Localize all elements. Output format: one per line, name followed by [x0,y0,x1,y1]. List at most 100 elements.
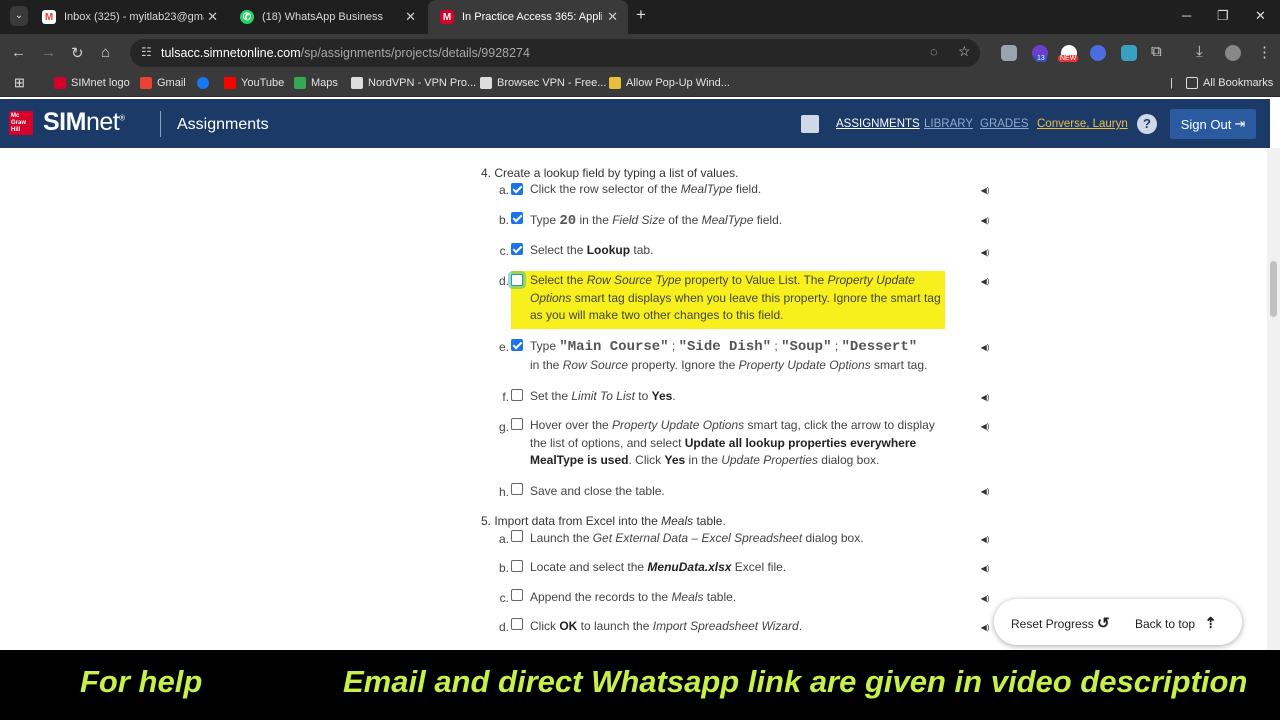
apps-icon[interactable]: ⊞ [14,75,25,91]
menu-icon[interactable]: ⋮ [1257,43,1272,61]
star-icon[interactable]: ☆ [958,43,971,60]
item-checkbox[interactable] [511,339,523,351]
scrollbar-thumb[interactable] [1270,261,1277,317]
simnet-logo[interactable]: SIMnet® [43,108,125,137]
whatsapp-icon: ✆ [240,10,254,24]
all-bookmarks[interactable]: All Bookmarks [1186,77,1273,89]
bookmark-nordvpn[interactable]: NordVPN - VPN Pro... [351,77,476,89]
forward-icon[interactable]: → [41,44,56,61]
step-5c-text: Append the records to the Meals table. [530,590,737,604]
step-4a-text: Click the row selector of the MealType f… [530,182,762,196]
simnet-header: Mc Graw Hill SIMnet® Assignments ASSIGNM… [0,99,1270,148]
url-input[interactable]: ☷ tulsacc.simnetonline.com/sp/assignment… [130,39,980,67]
extension-icon[interactable] [1001,45,1017,61]
tab-whatsapp[interactable]: ✆ (18) WhatsApp Business ✕ [228,0,426,34]
item-checkbox[interactable] [511,589,523,601]
speaker-icon[interactable]: ◀) [978,621,992,635]
tab-title: Inbox (325) - myitlab23@gmail [64,11,204,23]
extension-icon[interactable] [1090,45,1106,61]
back-icon[interactable]: ← [11,44,26,61]
extension-icon[interactable] [1121,45,1137,61]
download-icon[interactable]: ⤓ [1196,43,1203,60]
item-checkbox[interactable] [511,274,523,286]
speaker-icon[interactable]: ◀) [978,592,992,606]
mcgrawhill-logo: Mc Graw Hill [9,111,33,135]
close-icon[interactable]: ✕ [607,9,618,25]
item-letter: d. [498,274,509,288]
eye-off-icon[interactable]: ◌ [930,44,938,59]
step-4d-text: Select the Row Source Type property to V… [530,273,941,322]
step-4g-text: Hover over the Property Update Options s… [530,418,935,467]
bookmark-popup[interactable]: Allow Pop-Up Wind... [609,77,730,89]
item-letter: b. [498,561,509,575]
speaker-icon[interactable]: ◀) [978,533,992,547]
item-letter: f. [502,390,509,404]
item-checkbox[interactable] [511,560,523,572]
address-bar-row: ← → ↻ ⌂ ☷ tulsacc.simnetonline.com/sp/as… [0,34,1280,72]
item-checkbox[interactable] [511,183,523,195]
speaker-icon[interactable]: ◀) [978,420,992,434]
bookmark-browsec[interactable]: Browsec VPN - Free... [480,77,606,89]
speaker-icon[interactable]: ◀) [978,184,992,198]
sign-out-button[interactable]: Sign Out ⇥ [1170,109,1256,139]
item-checkbox[interactable] [511,483,523,495]
tab-gmail[interactable]: M Inbox (325) - myitlab23@gmail ✕ [30,0,228,34]
step-4c-text: Select the Lookup tab. [530,243,654,257]
bookmark-simnet[interactable]: SIMnet logo [54,77,130,89]
bookmark-youtube[interactable]: YouTube [224,77,284,89]
close-icon[interactable]: ✕ [405,9,416,25]
bookmarks-bar: ⊞ SIMnet logo Gmail YouTube Maps NordVPN… [0,72,1280,97]
puzzle-icon[interactable]: ⧉ [1151,43,1162,60]
extension-badge: 13 [1035,55,1047,62]
profile-avatar[interactable] [1225,45,1241,61]
item-letter: a. [498,183,509,197]
url-text: tulsacc.simnetonline.com/sp/assignments/… [161,46,530,60]
item-letter: c. [499,244,509,258]
speaker-icon[interactable]: ◀) [978,341,992,355]
scrollbar[interactable] [1267,148,1280,650]
restore-icon[interactable]: ❐ [1217,8,1229,24]
back-to-top-button[interactable]: Back to top ⇡ [1135,614,1217,632]
step-4f-text: Set the Limit To List to Yes. [530,389,676,403]
reset-progress-button[interactable]: Reset Progress ↺ [1011,614,1110,632]
tab-search-icon[interactable]: ⌄ [10,6,28,26]
reload-icon[interactable]: ↻ [71,44,84,62]
speaker-icon[interactable]: ◀) [978,214,992,228]
item-letter: e. [498,340,509,354]
item-checkbox[interactable] [511,418,523,430]
item-letter: h. [498,485,509,499]
sign-out-icon: ⇥ [1234,116,1246,131]
floating-actions: Reset Progress ↺ Back to top ⇡ [994,599,1242,645]
divider [160,111,161,137]
speaker-icon[interactable]: ◀) [978,275,992,289]
window-close-icon[interactable]: ✕ [1255,8,1266,24]
bookmark-facebook[interactable] [197,77,214,89]
tab-simnet[interactable]: M In Practice Access 365: Applicat ✕ [428,0,628,34]
nav-grades[interactable]: GRADES [980,118,1029,130]
home-icon[interactable]: ⌂ [101,44,110,61]
user-link[interactable]: Converse, Lauryn [1037,118,1128,130]
speaker-icon[interactable]: ◀) [978,485,992,499]
page-title: Assignments [177,116,269,133]
new-tab-icon[interactable]: + [636,5,646,25]
calendar-icon[interactable] [801,115,819,133]
item-checkbox[interactable] [511,530,523,542]
site-info-icon[interactable]: ☷ [141,45,152,59]
item-checkbox[interactable] [511,389,523,401]
item-checkbox[interactable] [511,618,523,630]
speaker-icon[interactable]: ◀) [978,246,992,260]
help-icon[interactable]: ? [1137,114,1157,134]
item-checkbox[interactable] [511,243,523,255]
nav-assignments[interactable]: ASSIGNMENTS [836,118,920,130]
step-5d-text: Click OK to launch the Import Spreadshee… [530,619,803,633]
item-checkbox[interactable] [511,212,523,224]
speaker-icon[interactable]: ◀) [978,562,992,576]
step-4h-text: Save and close the table. [530,484,665,498]
minimize-icon[interactable]: ─ [1182,8,1191,23]
nav-library[interactable]: LIBRARY [924,118,973,130]
bookmark-gmail[interactable]: Gmail [140,77,186,89]
close-icon[interactable]: ✕ [207,9,218,25]
bookmark-maps[interactable]: Maps [294,77,338,89]
speaker-icon[interactable]: ◀) [978,391,992,405]
step-5a-text: Launch the Get External Data – Excel Spr… [530,531,864,545]
